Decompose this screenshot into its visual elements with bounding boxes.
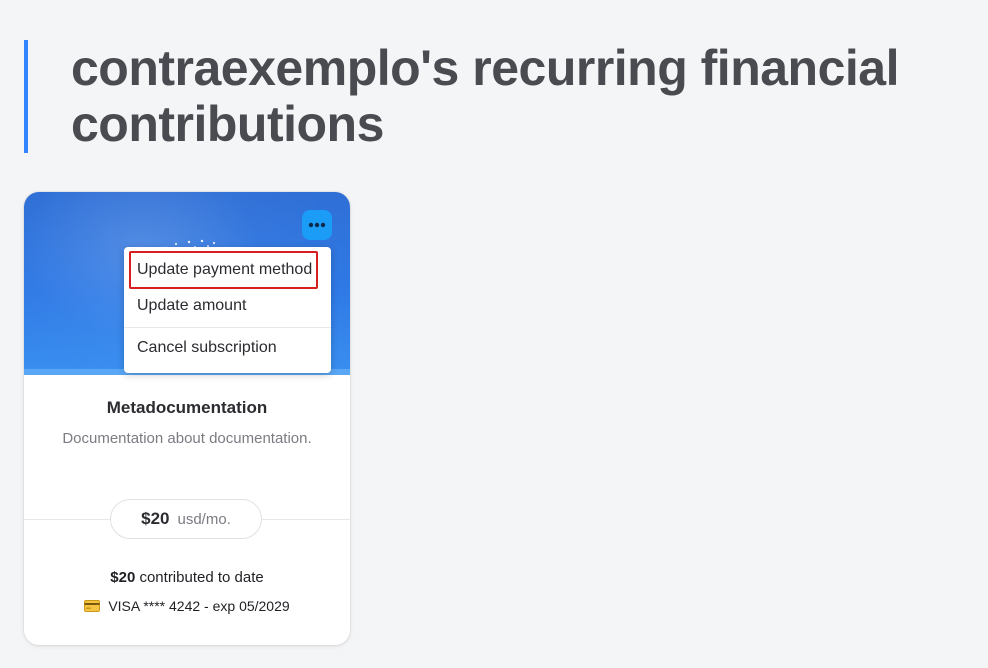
amount-value: $20 — [141, 509, 170, 528]
options-dropdown-menu: Update payment method Update amount Canc… — [124, 247, 331, 373]
menu-item-update-payment-method[interactable]: Update payment method — [137, 261, 312, 279]
contributed-suffix: contributed to date — [135, 569, 264, 586]
menu-item-cancel-subscription[interactable]: Cancel subscription — [137, 339, 277, 357]
amount-badge: $20 usd/mo. — [110, 499, 262, 539]
page: contraexemplo's recurring financial cont… — [0, 0, 988, 668]
payment-method-info: VISA **** 4242 - exp 05/2029 — [24, 598, 350, 614]
credit-card-icon — [84, 600, 101, 612]
page-title: contraexemplo's recurring financial cont… — [71, 40, 899, 152]
menu-separator — [124, 327, 331, 328]
more-options-button[interactable] — [302, 210, 332, 240]
title-section: contraexemplo's recurring financial cont… — [24, 40, 968, 153]
amount-unit: usd/mo. — [177, 510, 231, 528]
collective-name[interactable]: Metadocumentation — [24, 398, 350, 418]
contributed-amount: $20 — [110, 569, 136, 586]
collective-description: Documentation about documentation. — [62, 430, 312, 447]
menu-item-update-amount[interactable]: Update amount — [137, 297, 246, 315]
payment-method-text: VISA **** 4242 - exp 05/2029 — [108, 598, 290, 614]
more-horizontal-icon — [308, 222, 326, 228]
contributed-to-date: $20 contributed to date — [24, 569, 350, 586]
